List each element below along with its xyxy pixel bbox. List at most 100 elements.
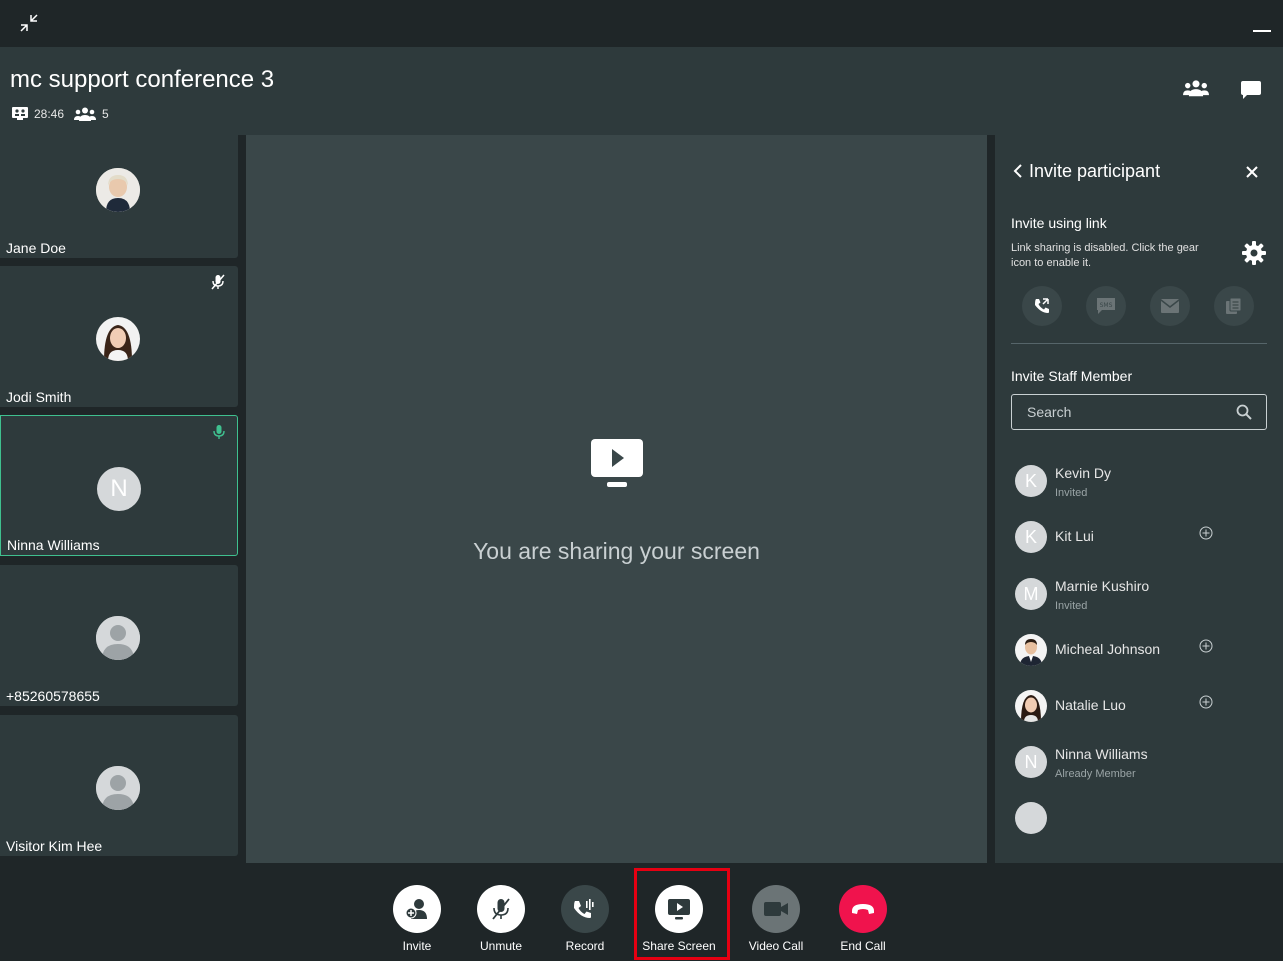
staff-search [1011,394,1267,430]
sharing-status-message: You are sharing your screen [473,538,760,564]
participant-tile[interactable]: Visitor Kim Hee [0,715,238,856]
invite-label: Invite [402,939,432,953]
unmute-label: Unmute [479,939,523,953]
avatar [96,168,140,212]
avatar [1015,690,1047,722]
conference-header: mc support conference 3 28:46 5 [0,47,1283,135]
staff-list-item-partial[interactable] [1015,802,1255,838]
record-button[interactable]: Record [540,885,630,953]
end-call-button[interactable]: End Call [818,885,908,953]
search-icon[interactable] [1236,404,1252,420]
share-options: SMS [1022,286,1278,326]
main-stage: You are sharing your screen [246,135,987,863]
staff-name: Ninna Williams [1055,746,1148,762]
hang-up-icon [852,904,874,914]
video-camera-icon [764,902,788,916]
mic-off-icon [492,898,510,920]
minimize-icon[interactable] [1253,30,1271,32]
participant-list[interactable]: Jane Doe Jodi Smith N Ninna Williams +85… [0,135,238,863]
participant-tile[interactable]: Jane Doe [0,135,238,258]
staff-list-item[interactable]: K Kit Lui [1015,521,1255,557]
participant-tile-active[interactable]: N Ninna Williams [0,415,238,556]
sms-invite-button[interactable]: SMS [1086,286,1126,326]
end-call-button-circle[interactable] [839,885,887,933]
avatar: N [1015,746,1047,778]
video-call-label: Video Call [748,939,804,953]
share-screen-highlight-box [634,868,730,960]
avatar [96,317,140,361]
search-input[interactable] [1012,395,1232,429]
window-top-bar [0,0,1283,47]
participant-count: 5 [102,107,109,121]
participant-name: Visitor Kim Hee [6,838,103,854]
end-call-label: End Call [840,939,886,953]
staff-list-item[interactable]: Micheal Johnson [1015,634,1255,670]
svg-text:SMS: SMS [1100,302,1113,309]
gear-icon[interactable] [1241,240,1267,266]
phone-icon [1035,298,1049,313]
participant-name: Jodi Smith [6,389,72,405]
invite-button[interactable]: Invite [372,885,462,953]
invite-participant-panel: Invite participant Invite using link Lin… [995,135,1283,863]
copy-icon [1226,297,1242,314]
mic-active-icon [213,425,225,439]
avatar: M [1015,578,1047,610]
avatar: K [1015,465,1047,497]
participant-name: Ninna Williams [7,537,100,553]
staff-status: Invited [1055,600,1088,612]
video-call-button-circle[interactable] [752,885,800,933]
email-invite-button[interactable] [1150,286,1190,326]
phone-invite-button[interactable] [1022,286,1062,326]
staff-name: Kevin Dy [1055,465,1112,481]
staff-name: Kit Lui [1055,528,1094,544]
screen-share-icon [591,439,643,487]
participant-name: +85260578655 [6,688,100,704]
avatar [1015,634,1047,666]
invite-staff-heading: Invite Staff Member [1011,368,1133,384]
close-icon[interactable] [1245,165,1259,179]
staff-status: Invited [1055,487,1088,499]
add-circle-icon[interactable] [1199,695,1213,709]
staff-name: Natalie Luo [1055,697,1126,713]
add-user-icon [405,899,427,919]
staff-list-item[interactable]: Natalie Luo [1015,690,1255,726]
people-icon [74,107,97,121]
record-button-circle[interactable] [561,885,609,933]
staff-name: Micheal Johnson [1055,641,1161,657]
record-label: Record [565,939,605,953]
sms-icon: SMS [1097,298,1115,314]
mic-muted-icon [211,274,225,290]
chevron-left-icon[interactable] [1013,164,1023,178]
avatar [96,616,140,660]
divider [1011,343,1267,344]
participant-tile[interactable]: Jodi Smith [0,266,238,407]
staff-list-item[interactable]: M Marnie Kushiro Invited [1015,578,1255,614]
shrink-arrows-icon[interactable] [19,13,39,33]
avatar [96,766,140,810]
avatar: K [1015,521,1047,553]
participant-tile[interactable]: +85260578655 [0,565,238,706]
copy-link-button[interactable] [1214,286,1254,326]
conference-meta: 28:46 5 [12,107,119,121]
staff-list-item[interactable]: K Kevin Dy Invited [1015,465,1255,501]
avatar [1015,802,1047,834]
invite-link-heading: Invite using link [1011,215,1107,231]
chat-bubble-icon[interactable] [1241,81,1261,99]
staff-name: Marnie Kushiro [1055,578,1150,594]
people-icon[interactable] [1183,79,1209,97]
add-circle-icon[interactable] [1199,526,1213,540]
panel-title: Invite participant [1029,161,1161,181]
meeting-timer-icon [12,107,28,120]
staff-status: Already Member [1055,768,1136,780]
unmute-button-circle[interactable] [477,885,525,933]
participant-name: Jane Doe [6,240,66,256]
unmute-button[interactable]: Unmute [456,885,546,953]
invite-button-circle[interactable] [393,885,441,933]
link-sharing-hint: Link sharing is disabled. Click the gear… [1011,242,1199,269]
email-icon [1160,299,1180,313]
video-call-button[interactable]: Video Call [731,885,821,953]
conference-title: mc support conference 3 [10,66,275,93]
staff-list-item[interactable]: N Ninna Williams Already Member [1015,746,1255,782]
avatar: N [97,467,141,511]
add-circle-icon[interactable] [1199,639,1213,653]
